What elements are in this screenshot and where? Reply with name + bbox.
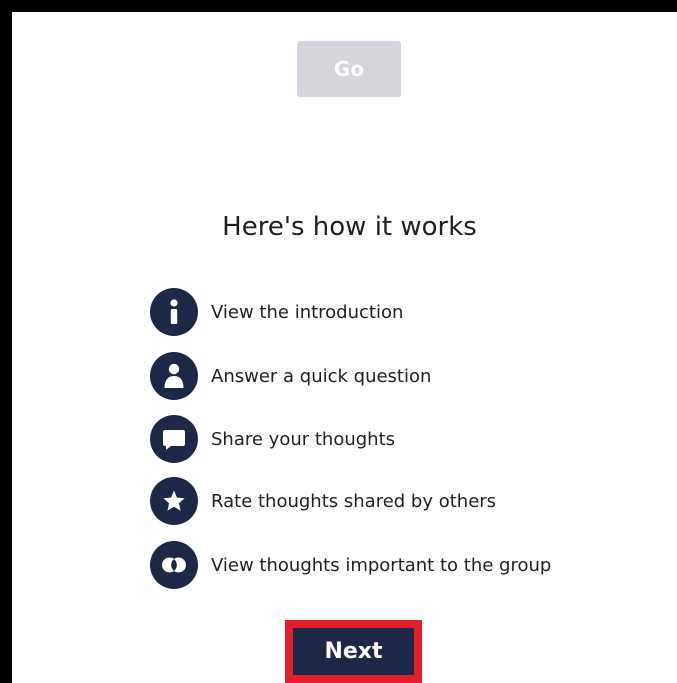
step-answer-question: Answer a quick question — [150, 352, 610, 400]
next-button[interactable]: Next — [293, 628, 414, 675]
step-label: Answer a quick question — [211, 365, 432, 387]
page-heading: Here's how it works — [222, 212, 477, 242]
person-icon — [150, 352, 198, 400]
speech-bubble-icon — [150, 415, 198, 463]
step-rate-thoughts: Rate thoughts shared by others — [150, 477, 610, 525]
step-view-introduction: View the introduction — [150, 288, 610, 336]
step-view-important-thoughts: View thoughts important to the group — [150, 541, 610, 589]
step-label: Share your thoughts — [211, 428, 396, 450]
venn-circles-icon — [150, 541, 198, 589]
next-button-highlight: Next — [285, 620, 422, 683]
step-share-thoughts: Share your thoughts — [150, 415, 610, 463]
step-label: View thoughts important to the group — [211, 554, 552, 576]
step-label: View the introduction — [211, 301, 404, 323]
step-label: Rate thoughts shared by others — [211, 490, 497, 512]
info-icon — [150, 288, 198, 336]
go-button[interactable]: Go — [297, 41, 401, 97]
star-icon — [150, 477, 198, 525]
